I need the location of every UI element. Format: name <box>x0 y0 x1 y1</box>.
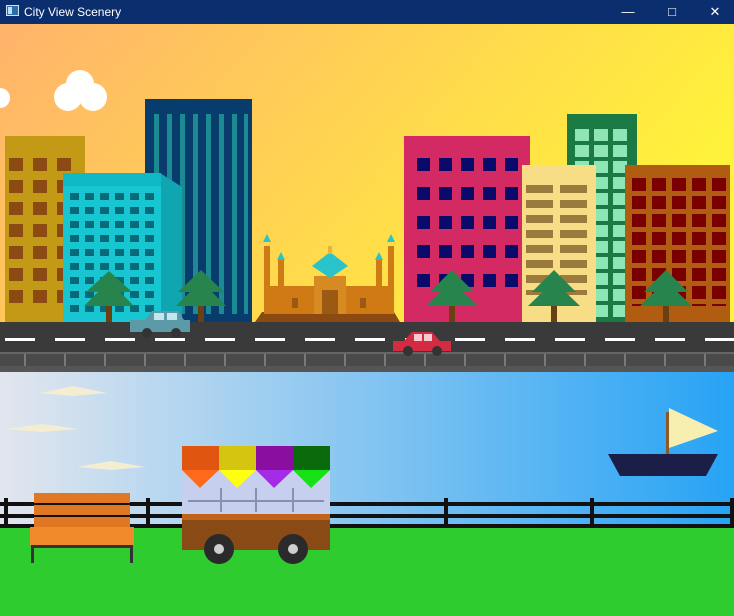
minimize-button[interactable]: — <box>606 0 650 24</box>
window-title: City View Scenery <box>24 5 122 19</box>
app-window: City View Scenery — □ ✕ <box>0 0 734 616</box>
road <box>0 322 734 372</box>
vendor-cart <box>182 446 330 564</box>
scenery-canvas <box>0 24 734 616</box>
title-bar[interactable]: City View Scenery — □ ✕ <box>0 0 734 24</box>
app-window-icon <box>6 5 19 16</box>
maximize-button[interactable]: □ <box>650 0 694 24</box>
pink-building <box>404 136 530 322</box>
close-button[interactable]: ✕ <box>693 0 734 24</box>
